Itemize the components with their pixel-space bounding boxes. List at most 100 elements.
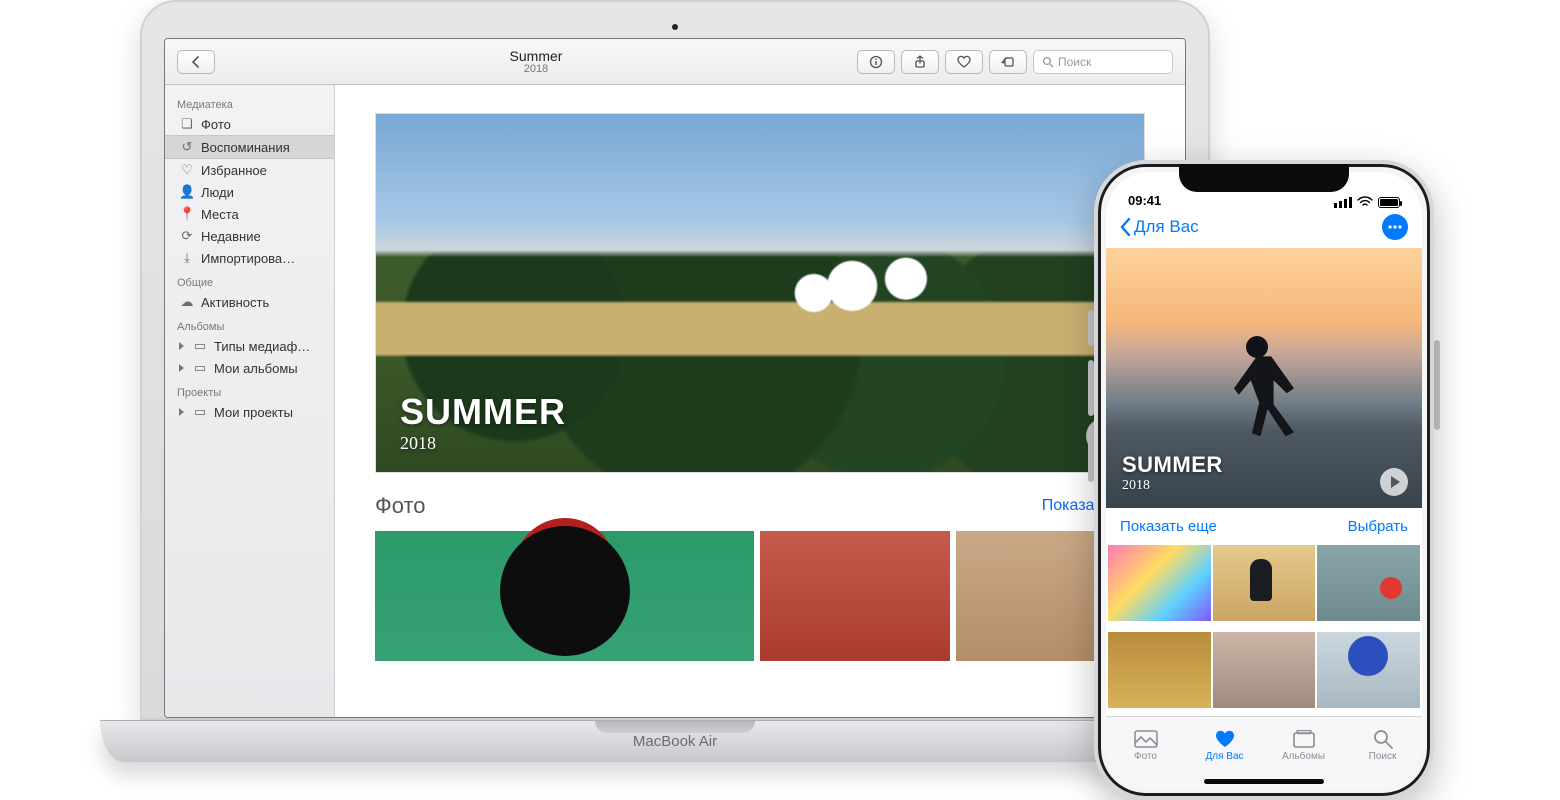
pin-icon: 📍 xyxy=(179,206,195,222)
search-field[interactable]: Поиск xyxy=(1033,50,1173,74)
status-time: 09:41 xyxy=(1128,193,1161,208)
chevron-left-icon xyxy=(1120,218,1131,236)
photo-thumbnail[interactable] xyxy=(375,531,754,661)
tab-for-you[interactable]: Для Вас xyxy=(1185,717,1264,774)
albums-tab-icon xyxy=(1291,729,1317,749)
disclosure-icon xyxy=(179,408,184,416)
hero-figure xyxy=(1234,336,1294,446)
tab-albums[interactable]: Альбомы xyxy=(1264,717,1343,774)
macbook-model-label: MacBook Air xyxy=(100,733,1250,750)
sidebar-item-recent[interactable]: ⟳Недавние xyxy=(165,225,334,247)
side-button xyxy=(1434,340,1440,430)
photo-thumbnails xyxy=(375,531,1145,661)
iphone-memory-title: SUMMER xyxy=(1122,452,1223,478)
tab-search[interactable]: Поиск xyxy=(1343,717,1422,774)
photos-heading: Фото xyxy=(375,493,426,519)
iphone-link-row: Показать еще Выбрать xyxy=(1106,508,1422,545)
iphone-screen: 09:41 Для Вас SUMMER xyxy=(1106,172,1422,788)
iphone-memory-year: 2018 xyxy=(1122,478,1223,494)
photo-thumbnail[interactable] xyxy=(760,531,950,661)
window-subtitle: 2018 xyxy=(223,63,849,75)
disclosure-icon xyxy=(179,342,184,350)
sidebar-item-memories[interactable]: ↺Воспоминания xyxy=(165,135,334,159)
iphone-play-button[interactable] xyxy=(1380,468,1408,496)
clock-icon: ⟳ xyxy=(179,228,195,244)
info-button[interactable] xyxy=(857,50,895,74)
favorite-button[interactable] xyxy=(945,50,983,74)
photos-sidebar: Медиатека ❏Фото ↺Воспоминания ♡Избранное… xyxy=(165,85,335,717)
folder-icon: ▭ xyxy=(192,404,208,420)
macbook-hinge-notch xyxy=(595,721,755,733)
photos-toolbar: Summer 2018 xyxy=(165,39,1185,85)
tab-photos[interactable]: Фото xyxy=(1106,717,1185,774)
window-title: Summer xyxy=(223,48,849,64)
folder-icon: ▭ xyxy=(192,360,208,376)
disclosure-icon xyxy=(179,364,184,372)
wifi-icon xyxy=(1357,196,1373,208)
cellular-icon xyxy=(1334,197,1352,208)
photos-main: SUMMER 2018 Фото Показать еще xyxy=(335,85,1185,717)
person-icon: 👤 xyxy=(179,184,195,200)
search-placeholder: Поиск xyxy=(1058,55,1091,69)
for-you-tab-icon xyxy=(1212,729,1238,749)
macbook-base: MacBook Air xyxy=(100,720,1250,762)
toolbar-right: Поиск xyxy=(857,50,1173,74)
back-button[interactable] xyxy=(177,50,215,74)
play-icon xyxy=(1391,476,1400,488)
photos-tab-icon xyxy=(1133,729,1159,749)
iphone-notch xyxy=(1179,164,1349,192)
sidebar-item-people[interactable]: 👤Люди xyxy=(165,181,334,203)
folder-icon: ▭ xyxy=(192,338,208,354)
share-button[interactable] xyxy=(901,50,939,74)
more-button[interactable] xyxy=(1382,214,1408,240)
grid-photo[interactable] xyxy=(1317,545,1420,621)
grid-photo[interactable] xyxy=(1108,632,1211,708)
iphone-memory-hero[interactable]: SUMMER 2018 xyxy=(1106,248,1422,508)
memory-title: SUMMER xyxy=(400,391,566,433)
grid-photo[interactable] xyxy=(1317,632,1420,708)
memory-caption: SUMMER 2018 xyxy=(400,391,566,454)
nav-back-button[interactable]: Для Вас xyxy=(1120,217,1199,237)
sidebar-section-projects: Проекты xyxy=(165,379,334,401)
select-link[interactable]: Выбрать xyxy=(1348,518,1408,535)
photos-app-window: Summer 2018 xyxy=(164,38,1186,718)
sidebar-section-shared: Общие xyxy=(165,269,334,291)
sidebar-item-my-projects[interactable]: ▭Мои проекты xyxy=(165,401,334,423)
grid-photo[interactable] xyxy=(1213,632,1316,708)
macbook-bezel: Summer 2018 xyxy=(140,0,1210,720)
iphone-body: 09:41 Для Вас SUMMER xyxy=(1094,160,1434,800)
status-icons xyxy=(1334,196,1400,208)
photos-section-header: Фото Показать еще xyxy=(375,493,1145,519)
battery-icon xyxy=(1378,197,1400,208)
macbook-device: Summer 2018 xyxy=(140,0,1210,760)
sidebar-item-imports[interactable]: ⤓Импортирова… xyxy=(165,247,334,269)
grid-photo[interactable] xyxy=(1108,545,1211,621)
sidebar-item-activity[interactable]: ☁Активность xyxy=(165,291,334,313)
tab-bar: Фото Для Вас Альбомы Поиск xyxy=(1106,716,1422,774)
search-tab-icon xyxy=(1370,729,1396,749)
iphone-photo-grid xyxy=(1106,545,1422,716)
facetime-camera xyxy=(672,24,678,30)
grid-photo[interactable] xyxy=(1213,545,1316,621)
show-more-link[interactable]: Показать еще xyxy=(1120,518,1217,535)
memories-icon: ↺ xyxy=(179,139,195,155)
iphone-memory-caption: SUMMER 2018 xyxy=(1122,452,1223,494)
iphone-device: 09:41 Для Вас SUMMER xyxy=(1094,160,1434,800)
nav-bar: Для Вас xyxy=(1106,210,1422,248)
memory-hero[interactable]: SUMMER 2018 xyxy=(375,113,1145,473)
memory-year: 2018 xyxy=(400,433,566,454)
ellipsis-icon xyxy=(1388,225,1402,229)
sidebar-item-photos[interactable]: ❏Фото xyxy=(165,113,334,135)
search-icon xyxy=(1042,56,1054,68)
sidebar-item-favorites[interactable]: ♡Избранное xyxy=(165,159,334,181)
rotate-button[interactable] xyxy=(989,50,1027,74)
photos-icon: ❏ xyxy=(179,116,195,132)
sidebar-section-albums: Альбомы xyxy=(165,313,334,335)
sidebar-section-library: Медиатека xyxy=(165,91,334,113)
sidebar-item-places[interactable]: 📍Места xyxy=(165,203,334,225)
sidebar-item-media-types[interactable]: ▭Типы медиаф… xyxy=(165,335,334,357)
import-icon: ⤓ xyxy=(179,250,195,266)
nav-back-label: Для Вас xyxy=(1134,217,1199,237)
sidebar-item-my-albums[interactable]: ▭Мои альбомы xyxy=(165,357,334,379)
home-indicator[interactable] xyxy=(1106,774,1422,788)
